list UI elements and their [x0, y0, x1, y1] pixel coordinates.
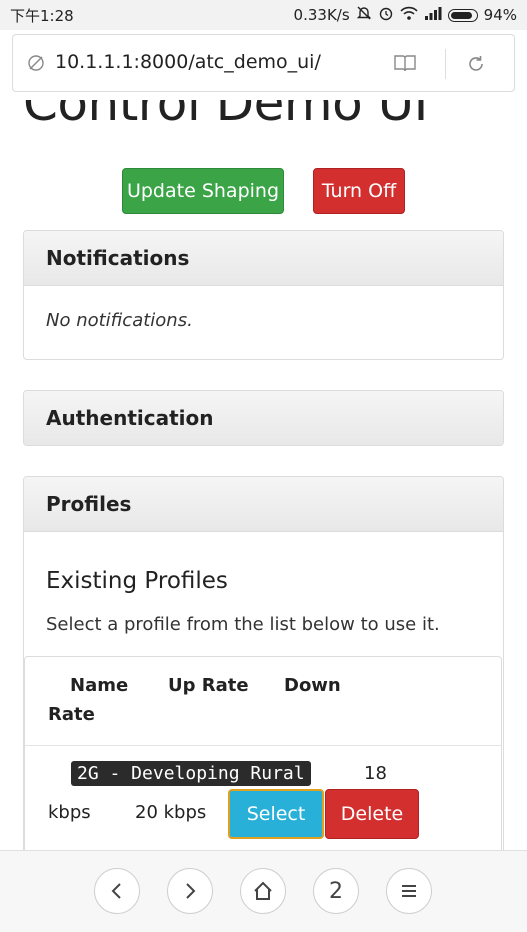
- profiles-table: Name Up Rate Down Rate 2G - Developing R…: [24, 656, 502, 850]
- home-button[interactable]: [240, 868, 286, 914]
- page-title: Control Demo UI: [23, 100, 428, 132]
- status-bar: 下午1:28 0.33K/s 94%: [0, 0, 527, 30]
- notifications-panel: Notifications No notifications.: [23, 230, 504, 360]
- menu-button[interactable]: [386, 868, 432, 914]
- site-info-icon[interactable]: [27, 54, 45, 76]
- reload-icon[interactable]: [465, 53, 487, 79]
- address-bar[interactable]: 10.1.1.1:8000/atc_demo_ui/: [12, 34, 515, 92]
- address-divider: [445, 49, 446, 79]
- url-text[interactable]: 10.1.1.1:8000/atc_demo_ui/: [55, 51, 321, 73]
- profile-down-rate-value: 18: [364, 763, 387, 784]
- tab-count: 2: [329, 878, 343, 904]
- profile-down-rate-unit: kbps: [48, 802, 91, 823]
- page-content: Control Demo UI Update Shaping Turn Off …: [0, 100, 527, 850]
- status-icons: 0.33K/s 94%: [294, 5, 517, 25]
- net-speed: 0.33K/s: [293, 6, 350, 24]
- mute-icon: [356, 5, 372, 25]
- notifications-heading: Notifications: [24, 231, 503, 286]
- browser-toolbar: 10.1.1.1:8000/atc_demo_ui/: [0, 30, 527, 100]
- hamburger-menu-icon: [402, 885, 416, 897]
- battery-percent: 94%: [483, 6, 517, 24]
- alarm-icon: [378, 5, 394, 25]
- column-header-name: Name: [70, 675, 129, 696]
- wifi-icon: [400, 5, 418, 25]
- reader-mode-icon[interactable]: [393, 53, 417, 77]
- authentication-panel[interactable]: Authentication: [23, 390, 504, 446]
- tabs-button[interactable]: 2: [313, 868, 359, 914]
- column-header-up-rate: Up Rate: [168, 675, 249, 696]
- profiles-help-text: Select a profile from the list below to …: [46, 614, 440, 635]
- authentication-heading[interactable]: Authentication: [24, 391, 503, 445]
- status-time: 下午1:28: [10, 7, 74, 25]
- chevron-right-icon: [186, 883, 196, 899]
- browser-bottom-nav: 2: [0, 850, 527, 932]
- turn-off-button[interactable]: Turn Off: [313, 168, 405, 214]
- profile-name: 2G - Developing Rural: [71, 761, 311, 786]
- forward-button[interactable]: [167, 868, 213, 914]
- profiles-heading: Profiles: [24, 477, 503, 532]
- no-notifications-text: No notifications.: [46, 310, 193, 331]
- column-header-down-rate: Down: [284, 675, 341, 696]
- delete-profile-button[interactable]: Delete: [325, 789, 419, 839]
- column-header-rate-wrap: Rate: [48, 704, 95, 725]
- update-shaping-button[interactable]: Update Shaping: [122, 168, 284, 214]
- back-button[interactable]: [94, 868, 140, 914]
- select-profile-button[interactable]: Select: [228, 789, 324, 839]
- profile-up-rate: 20 kbps: [135, 802, 207, 823]
- chevron-left-icon: [111, 883, 121, 899]
- battery-icon: [447, 8, 478, 22]
- table-header-divider: [25, 745, 501, 746]
- home-icon: [254, 881, 272, 900]
- existing-profiles-heading: Existing Profiles: [46, 568, 228, 594]
- signal-icon: [424, 6, 442, 24]
